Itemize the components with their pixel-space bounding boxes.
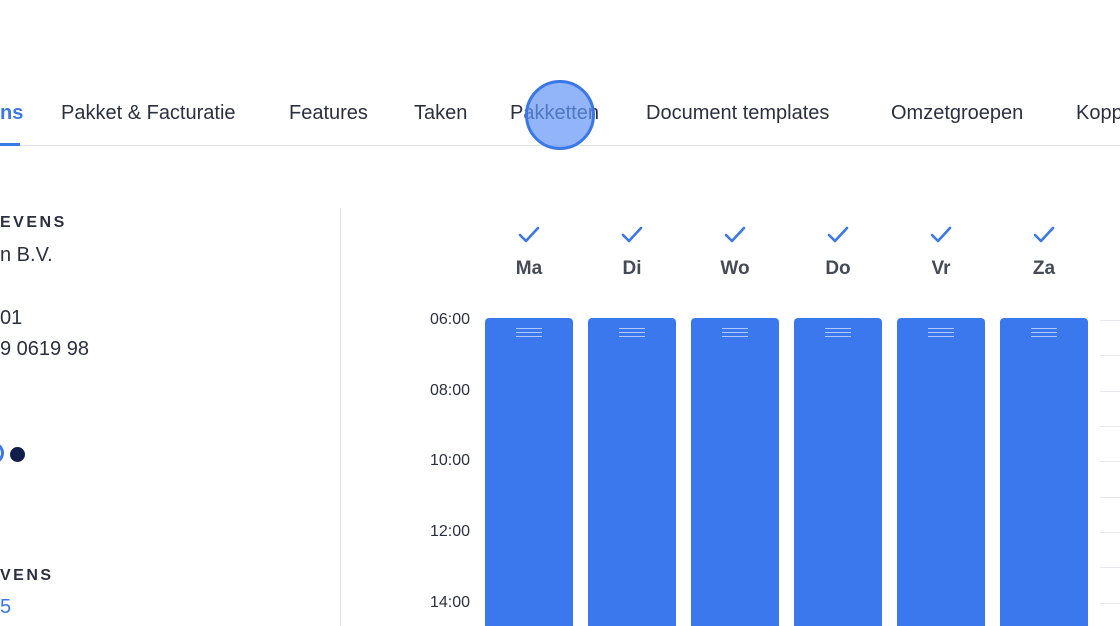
day-header-vr[interactable]: Vr — [897, 222, 985, 280]
drag-handle-icon[interactable] — [516, 328, 542, 338]
hour-gridline — [1100, 426, 1120, 427]
time-label: 10:00 — [429, 452, 470, 469]
time-label: 14:00 — [429, 594, 470, 611]
tab-features[interactable]: Features — [289, 102, 368, 125]
company-phone: 9 0619 98 — [0, 338, 89, 360]
contact-details-heading: VENS — [0, 567, 54, 584]
day-label: Ma — [515, 258, 543, 279]
day-label: Do — [825, 258, 851, 279]
check-icon — [827, 226, 849, 243]
tab-pakketten[interactable]: Pakketten — [510, 102, 599, 125]
drag-handle-icon[interactable] — [619, 328, 645, 338]
check-icon — [621, 226, 643, 243]
day-header-za[interactable]: Za — [1000, 222, 1088, 280]
panel-divider — [340, 208, 341, 626]
company-details-heading: EVENS — [0, 214, 67, 231]
time-label: 08:00 — [429, 382, 470, 399]
map-marker-icon — [0, 442, 4, 464]
drag-handle-icon[interactable] — [825, 328, 851, 338]
day-header-wo[interactable]: Wo — [691, 222, 779, 280]
tab-document-templates[interactable]: Document templates — [646, 102, 829, 125]
drag-handle-icon[interactable] — [722, 328, 748, 338]
check-icon — [1033, 226, 1055, 243]
tab-omzetgroepen[interactable]: Omzetgroepen — [891, 102, 1023, 125]
day-header-ma[interactable]: Ma — [485, 222, 573, 280]
active-tab-indicator — [0, 143, 20, 146]
opening-hours-block-ma[interactable] — [485, 318, 573, 626]
check-icon — [518, 226, 540, 243]
tab-taken[interactable]: Taken — [414, 102, 467, 125]
drag-handle-icon[interactable] — [928, 328, 954, 338]
opening-hours-block-za[interactable] — [1000, 318, 1088, 626]
day-label: Wo — [720, 258, 750, 279]
drag-handle-icon[interactable] — [1031, 328, 1057, 338]
company-number: 01 — [0, 307, 23, 329]
day-header-do[interactable]: Do — [794, 222, 882, 280]
status-dot — [10, 447, 25, 462]
hour-gridline — [1100, 391, 1120, 392]
hour-gridline — [1100, 355, 1120, 356]
check-icon — [930, 226, 952, 243]
check-icon — [724, 226, 746, 243]
time-label: 12:00 — [429, 523, 470, 540]
tab-gegevens[interactable]: ns — [0, 102, 23, 125]
tab-pakket-facturatie[interactable]: Pakket & Facturatie — [61, 102, 236, 125]
hour-gridline — [1100, 461, 1120, 462]
opening-hours-block-wo[interactable] — [691, 318, 779, 626]
time-label: 06:00 — [429, 311, 470, 328]
contact-link[interactable]: 5 — [0, 596, 11, 619]
day-label: Vr — [931, 258, 951, 279]
tab-koppelingen[interactable]: Kopp — [1076, 102, 1120, 125]
hour-gridline — [1100, 497, 1120, 498]
settings-tabs: ns Pakket & Facturatie Features Taken Pa… — [0, 96, 1120, 146]
hour-gridline — [1100, 320, 1120, 321]
hour-gridline — [1100, 532, 1120, 533]
opening-hours-block-do[interactable] — [794, 318, 882, 626]
opening-hours-block-vr[interactable] — [897, 318, 985, 626]
day-label: Za — [1032, 258, 1056, 279]
opening-hours-block-di[interactable] — [588, 318, 676, 626]
day-header-di[interactable]: Di — [588, 222, 676, 280]
hour-gridline — [1100, 603, 1120, 604]
company-name: n B.V. — [0, 244, 53, 266]
day-label: Di — [622, 258, 642, 279]
settings-page: ns Pakket & Facturatie Features Taken Pa… — [0, 0, 1120, 626]
hour-gridline — [1100, 567, 1120, 568]
